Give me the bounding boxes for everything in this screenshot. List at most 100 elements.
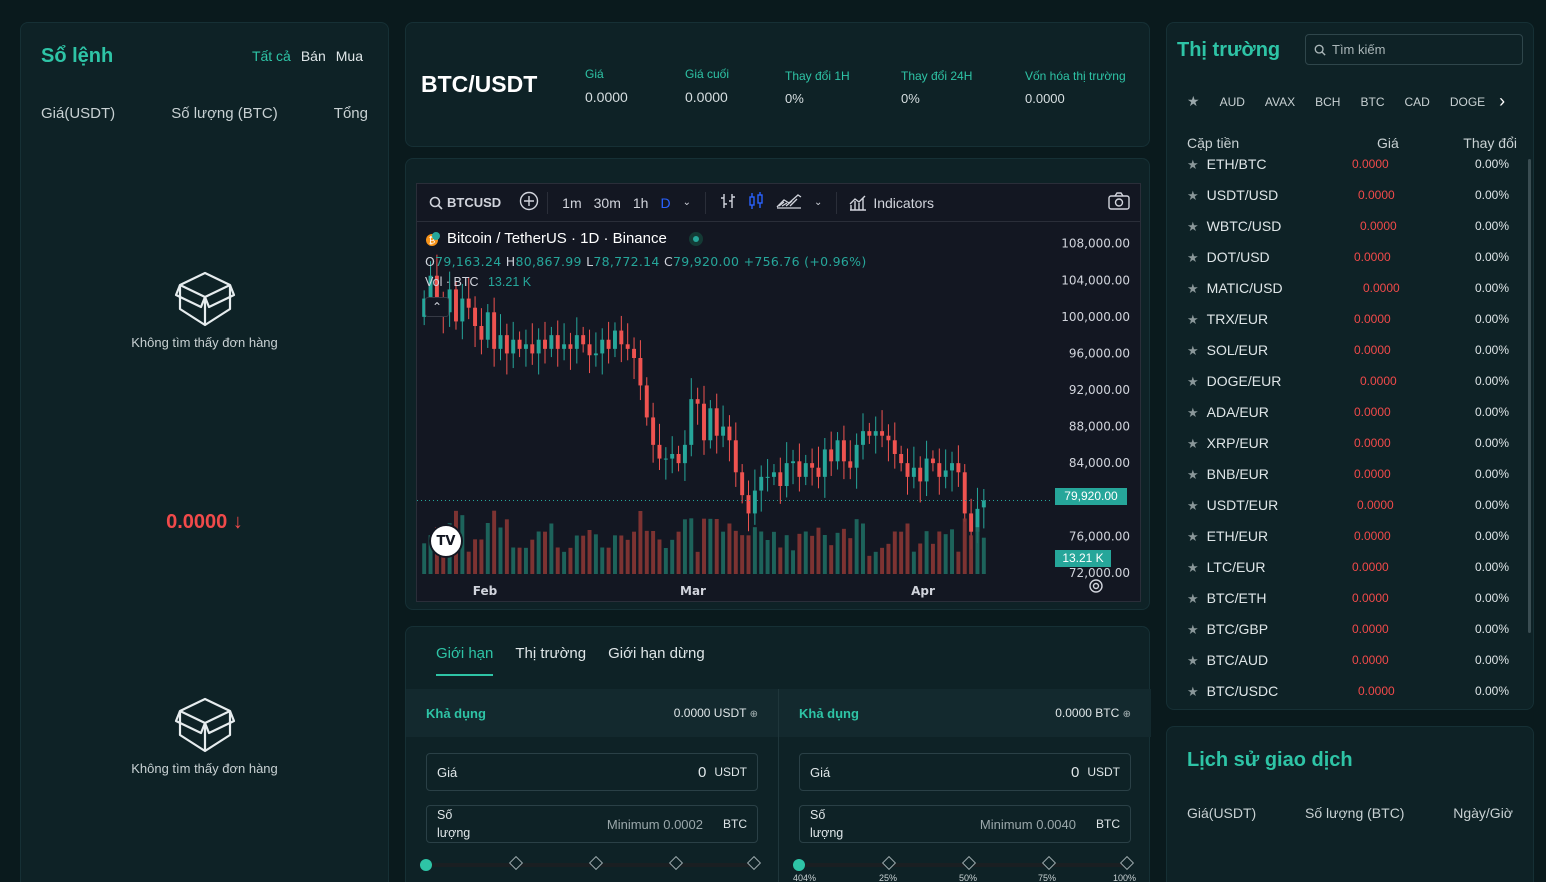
sell-amount-input[interactable]: Minimum 0.0040 [980, 817, 1076, 832]
volume-bar [676, 531, 681, 574]
indicators-button[interactable]: Indicators [849, 195, 934, 211]
slider-thumb[interactable] [420, 859, 432, 871]
volume-bar [498, 527, 503, 574]
tab-stop-limit[interactable]: Giới hạn dừng [608, 645, 705, 676]
candle-body [727, 426, 732, 441]
sell-amount-field[interactable]: Số lượng Minimum 0.0040 BTC [799, 805, 1131, 843]
currency-tab[interactable]: DOGE [1450, 95, 1485, 109]
star-icon[interactable]: ★ [1187, 312, 1199, 327]
ohlc-label: O [425, 254, 436, 269]
star-icon[interactable]: ★ [1187, 188, 1199, 203]
slider-mark[interactable] [588, 855, 604, 871]
y-tick-label: 100,000.00 [1061, 310, 1130, 324]
star-icon[interactable]: ★ [1187, 405, 1199, 420]
info-icon[interactable]: ⊕ [750, 709, 758, 720]
pair-name: WBTC/USD [1206, 217, 1282, 234]
volume-bar [765, 540, 770, 574]
star-icon[interactable]: ★ [1187, 281, 1199, 296]
star-icon[interactable]: ★ [1187, 622, 1199, 637]
star-icon[interactable]: ★ [1187, 684, 1199, 699]
tab-limit[interactable]: Giới hạn [436, 645, 494, 676]
slider-mark[interactable] [961, 855, 977, 871]
volume-bar [555, 547, 560, 574]
slider-thumb[interactable] [793, 859, 805, 871]
candle-body [924, 458, 929, 482]
candle-body [670, 454, 675, 459]
filter-buy[interactable]: Mua [336, 48, 363, 64]
slider-mark-label: 75% [1038, 873, 1057, 882]
sell-price-field[interactable]: Giá 0 USDT [799, 753, 1131, 791]
star-icon[interactable]: ★ [1187, 374, 1199, 389]
market-search[interactable]: Tìm kiếm [1305, 34, 1523, 65]
star-icon[interactable]: ★ [1187, 157, 1199, 172]
symbol-search[interactable]: BTCUSD [429, 195, 501, 210]
collapse-legend-button[interactable]: ⌃ [425, 297, 449, 317]
star-icon[interactable]: ★ [1187, 653, 1199, 668]
currency-tab[interactable]: BTC [1360, 95, 1384, 109]
interval-1d[interactable]: D [660, 195, 670, 211]
slider-mark[interactable] [1041, 855, 1057, 871]
history-title: Lịch sử giao dịch [1187, 749, 1353, 771]
candle-body [969, 513, 974, 532]
filter-all[interactable]: Tất cả [252, 48, 291, 64]
tradingview-logo[interactable]: 𝗧𝗩 [429, 524, 463, 558]
currency-tab[interactable]: AUD [1220, 95, 1245, 109]
interval-30m[interactable]: 30m [594, 195, 621, 211]
pair-change: 0.00% [1474, 312, 1509, 326]
star-icon[interactable]: ★ [1187, 591, 1199, 606]
star-icon[interactable]: ★ [1187, 343, 1199, 358]
star-icon[interactable]: ★ [1187, 219, 1199, 234]
stat-change-1h: Thay đổi 1H 0% [785, 69, 850, 106]
interval-1m[interactable]: 1m [562, 195, 581, 211]
scrollbar[interactable] [1528, 159, 1531, 633]
slider-mark[interactable] [1119, 855, 1135, 871]
sell-percent-slider[interactable]: 404% 25% 50% 75% 100% [793, 855, 1136, 882]
filter-sell[interactable]: Bán [301, 48, 326, 64]
pair-cell: ★ BTC/ETH [1187, 590, 1267, 607]
currency-tab[interactable]: BCH [1315, 95, 1340, 109]
camera-icon[interactable] [1108, 192, 1130, 213]
candle-body [530, 344, 535, 354]
star-icon[interactable]: ★ [1187, 467, 1199, 482]
star-icon[interactable]: ★ [1187, 436, 1199, 451]
tab-market[interactable]: Thị trường [515, 645, 586, 676]
buy-percent-slider[interactable] [420, 855, 762, 871]
compare-add-icon[interactable] [519, 191, 539, 214]
chevron-down-icon[interactable]: ⌄ [683, 197, 691, 208]
sell-price-input[interactable]: 0 [1071, 764, 1079, 781]
settings-gear-icon[interactable] [1088, 578, 1104, 599]
currency-tab[interactable]: CAD [1404, 95, 1429, 109]
pair-change: 0.00% [1474, 219, 1509, 233]
buy-amount-field[interactable]: Số lượng Minimum 0.0002 BTC [426, 805, 758, 843]
slider-mark[interactable] [508, 855, 524, 871]
y-tick-label: 88,000.00 [1069, 420, 1130, 434]
bar-style-icon[interactable] [720, 192, 736, 213]
tradingview-chart[interactable]: BTCUSD 1m 30m 1h D ⌄ ⌄ Indicators 108,00… [416, 183, 1141, 602]
candle-body [498, 335, 503, 349]
candle-body [765, 476, 770, 478]
chevron-down-icon[interactable]: ⌄ [814, 197, 822, 208]
buy-price-field[interactable]: Giá 0 USDT [426, 753, 758, 791]
star-icon[interactable]: ★ [1187, 250, 1199, 265]
interval-1h[interactable]: 1h [633, 195, 649, 211]
search-input[interactable]: Tìm kiếm [1332, 42, 1385, 57]
slider-mark[interactable] [881, 855, 897, 871]
star-icon[interactable]: ★ [1187, 560, 1199, 575]
buy-amount-input[interactable]: Minimum 0.0002 [607, 817, 703, 832]
buy-price-input[interactable]: 0 [698, 764, 706, 781]
candle-body [835, 440, 840, 462]
stat-price: Giá 0.0000 [585, 67, 628, 105]
volume-bar [562, 551, 567, 574]
info-icon[interactable]: ⊕ [1123, 709, 1131, 720]
slider-mark[interactable] [668, 855, 684, 871]
volume-bar [638, 511, 643, 574]
last-price: 0.0000 ↓ [21, 511, 388, 534]
star-icon[interactable]: ★ [1187, 529, 1199, 544]
favorites-star-icon[interactable]: ★ [1187, 93, 1200, 110]
currency-tab[interactable]: AVAX [1265, 95, 1295, 109]
star-icon[interactable]: ★ [1187, 498, 1199, 513]
chevron-right-icon[interactable]: › [1499, 91, 1505, 112]
slider-mark[interactable] [746, 855, 762, 871]
candle-style-icon[interactable] [748, 192, 764, 213]
area-style-icon[interactable] [776, 193, 802, 212]
